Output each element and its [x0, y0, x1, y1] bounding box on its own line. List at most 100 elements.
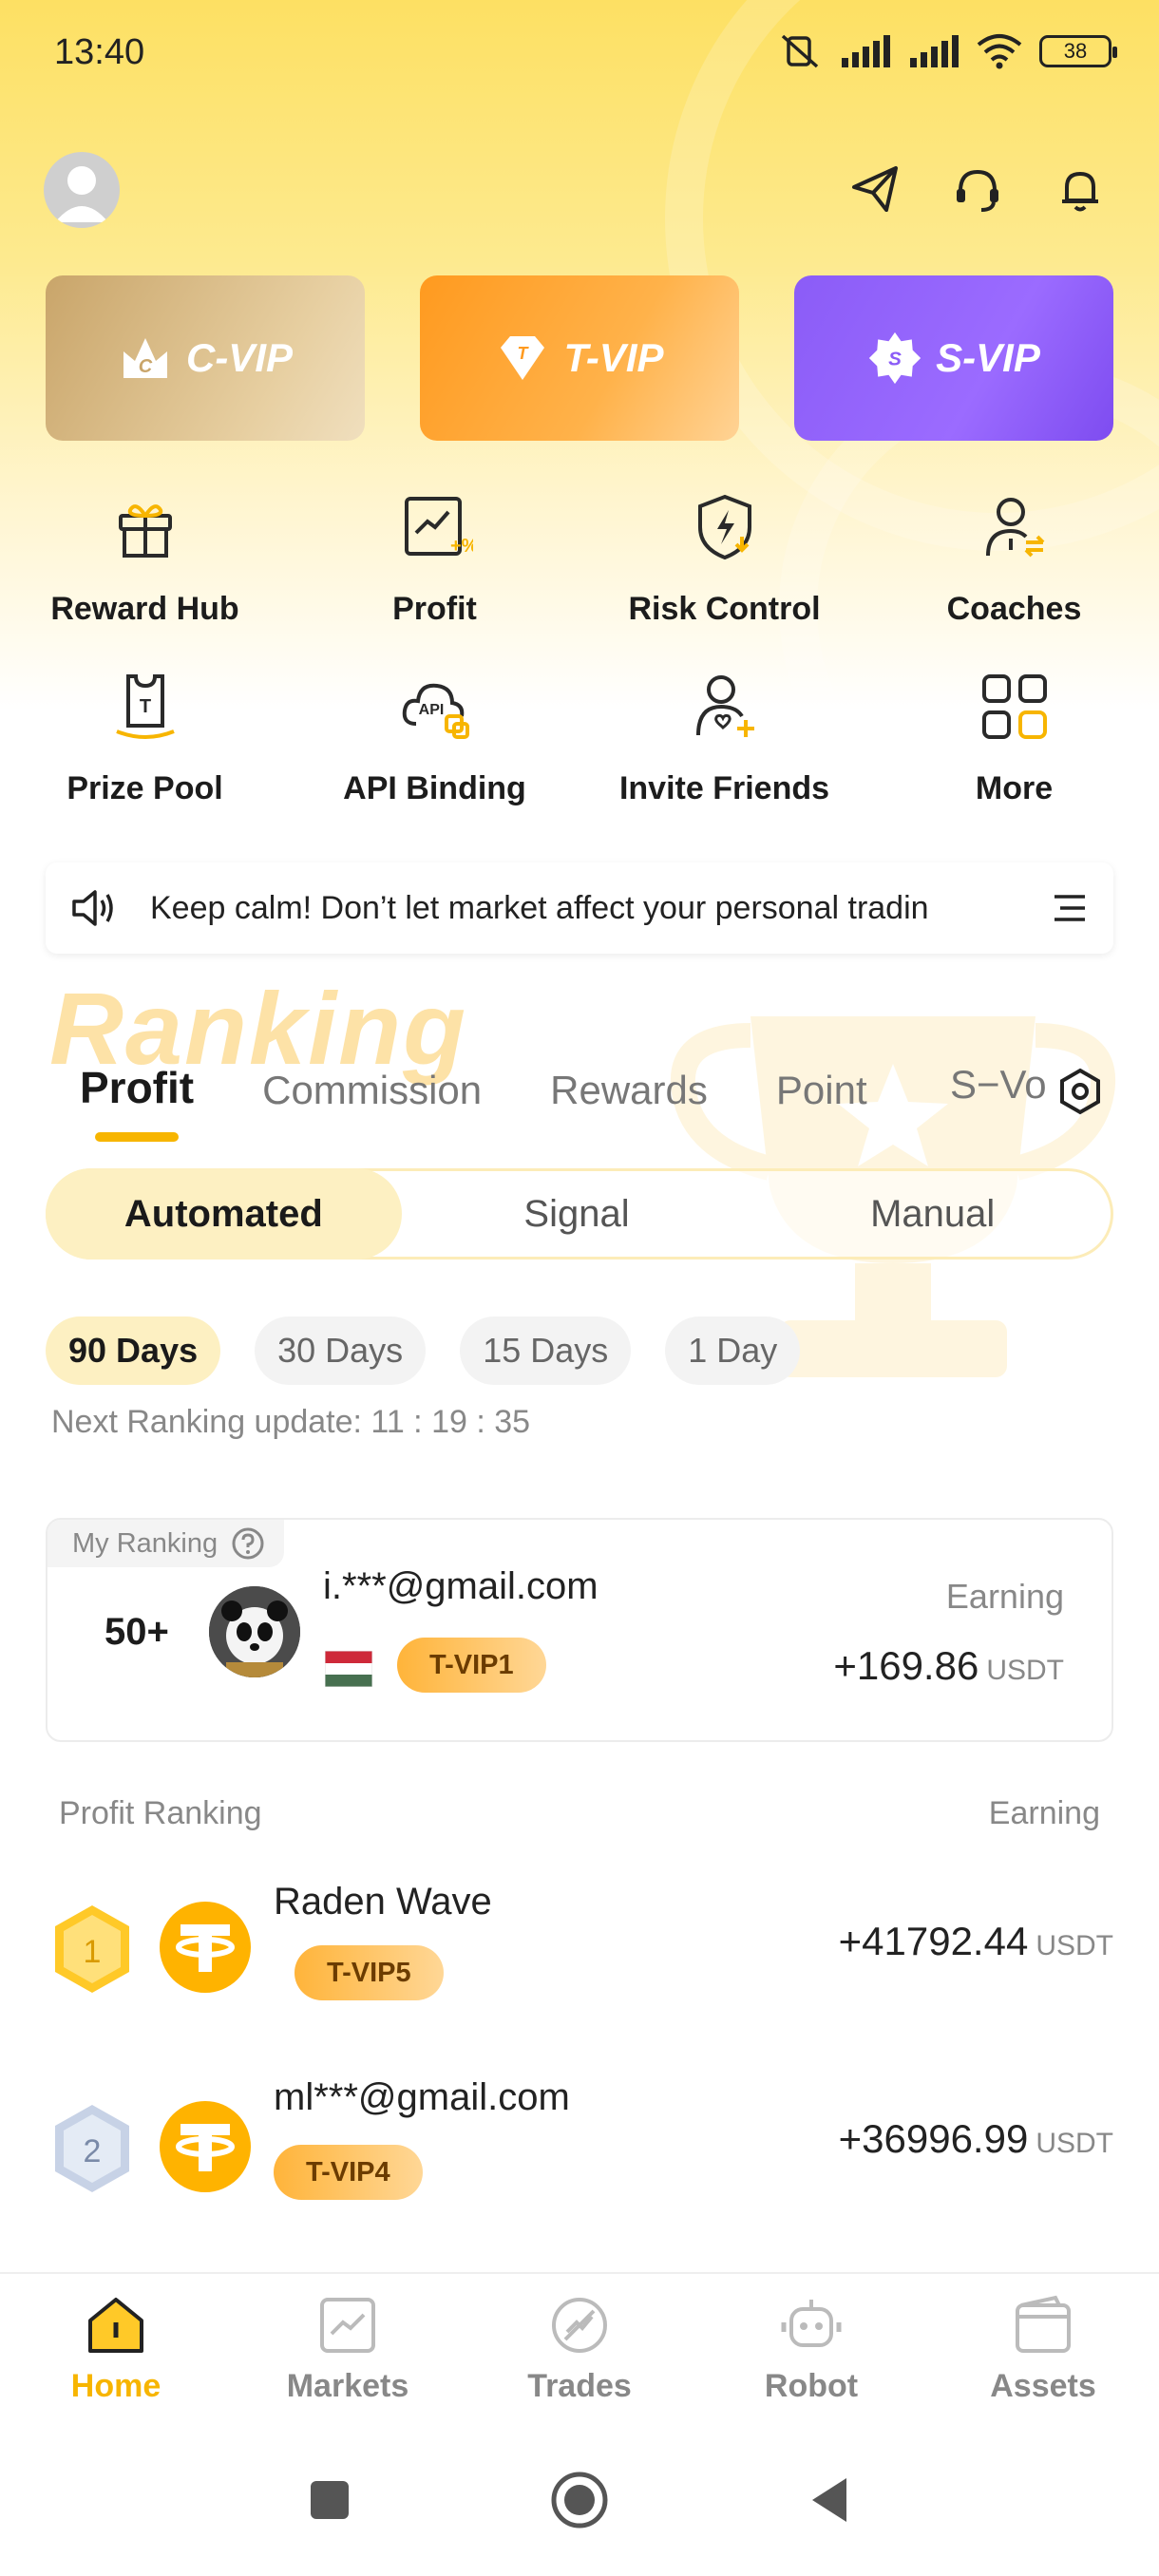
tab-s-volume[interactable]: S−Vo	[950, 1062, 1045, 1138]
my-ranking-card[interactable]: My Ranking 50+ i.***@gmail.com T-VIP1 Ea…	[46, 1518, 1113, 1742]
shortcut-more[interactable]: More	[869, 664, 1159, 807]
shortcut-coaches[interactable]: Coaches	[869, 484, 1159, 628]
list-menu-icon[interactable]	[1051, 891, 1089, 925]
bottom-navigation: Home Markets Trades Robot Assets	[0, 2272, 1159, 2424]
tab-commission[interactable]: Commission	[262, 1068, 482, 1142]
nav-label: Markets	[286, 2367, 409, 2404]
grid-more-icon	[972, 664, 1057, 749]
earning-value: +36996.99	[838, 2116, 1029, 2161]
my-avatar	[209, 1586, 300, 1677]
my-ranking-label: My Ranking	[72, 1527, 218, 1559]
settings-hex-icon[interactable]	[1056, 1068, 1104, 1115]
period-30-days[interactable]: 30 Days	[255, 1316, 427, 1385]
my-amount-value: +169.86	[833, 1643, 979, 1688]
status-bar: 13:40 38	[0, 0, 1159, 104]
battery-level: 38	[1063, 39, 1088, 63]
bell-icon	[1062, 172, 1098, 212]
status-icons: 38	[777, 32, 1117, 70]
shortcut-invite-friends[interactable]: Invite Friends	[580, 664, 869, 807]
my-amount-unit: USDT	[986, 1655, 1064, 1686]
tab-rewards[interactable]: Rewards	[550, 1068, 708, 1142]
nav-label: Home	[70, 2367, 162, 2404]
trader-earning: +41792.44 USDT	[839, 1919, 1113, 1964]
shortcut-label: Risk Control	[628, 591, 821, 627]
markets-icon	[316, 2294, 379, 2357]
trader-vip-badge: T-VIP4	[274, 2145, 423, 2200]
silver-medal-icon: 2	[55, 2105, 129, 2192]
earning-unit: USDT	[1036, 2128, 1113, 2159]
trader-vip-badge: T-VIP5	[294, 1945, 444, 2000]
telegram-button[interactable]	[844, 158, 906, 220]
announcement-bar[interactable]: Keep calm! Don’t let market affect your …	[46, 862, 1113, 954]
notifications-button[interactable]	[1049, 158, 1112, 220]
mode-automated[interactable]: Automated	[46, 1168, 402, 1260]
shortcut-label: Reward Hub	[50, 591, 239, 627]
rank-number: 1	[84, 1934, 102, 1970]
my-earning-label: Earning	[945, 1577, 1064, 1616]
nav-markets[interactable]: Markets	[232, 2274, 464, 2424]
shortcut-grid: Reward Hub +% Profit Risk Control Coache…	[0, 484, 1159, 807]
headset-icon	[957, 169, 998, 212]
table-row[interactable]: 2 ml***@gmail.com T-VIP4 +36996.99 USDT	[46, 2063, 1113, 2244]
shortcut-api-binding[interactable]: API API Binding	[290, 664, 580, 807]
crown-badge-icon: C	[118, 331, 173, 386]
home-icon	[85, 2294, 147, 2357]
back-triangle-icon[interactable]	[808, 2476, 850, 2524]
mute-vibrate-icon	[781, 34, 819, 68]
trader-name: Raden Wave	[274, 1881, 492, 1923]
nav-robot[interactable]: Robot	[695, 2274, 927, 2424]
recents-square-icon[interactable]	[309, 2479, 351, 2521]
period-90-days[interactable]: 90 Days	[46, 1316, 221, 1385]
earning-unit: USDT	[1036, 1930, 1113, 1961]
svg-text:API: API	[418, 702, 444, 718]
shield-bolt-icon	[682, 484, 768, 570]
trades-icon	[548, 2294, 611, 2357]
period-15-days[interactable]: 15 Days	[460, 1316, 632, 1385]
period-1-day[interactable]: 1 Day	[665, 1316, 801, 1385]
table-row[interactable]: 1 Raden Wave T-VIP5 +41792.44 USDT	[46, 1862, 1113, 2042]
tab-point[interactable]: Point	[776, 1068, 867, 1142]
my-rank-value: 50+	[104, 1611, 169, 1653]
support-button[interactable]	[946, 158, 1009, 220]
c-badge-letter: C	[139, 356, 153, 377]
t-vip-card[interactable]: T T-VIP	[420, 275, 739, 441]
shortcut-label: More	[975, 770, 1054, 806]
s-vip-card[interactable]: S S-VIP	[794, 275, 1113, 441]
wifi-icon	[977, 34, 1022, 69]
shortcut-prize-pool[interactable]: T Prize Pool	[0, 664, 290, 807]
profile-avatar[interactable]	[44, 152, 120, 228]
tab-profit[interactable]: Profit	[80, 1062, 194, 1142]
wallet-icon	[1012, 2294, 1074, 2357]
trader-name: ml***@gmail.com	[274, 2076, 570, 2118]
trade-mode-selector: Automated Signal Manual	[46, 1168, 1113, 1260]
shortcut-label: Coaches	[946, 591, 1082, 627]
profit-ranking-title: Profit Ranking	[59, 1795, 262, 1831]
t-vip-label: T-VIP	[563, 335, 664, 380]
mode-signal[interactable]: Signal	[399, 1171, 755, 1257]
shortcut-risk-control[interactable]: Risk Control	[580, 484, 869, 628]
user-avatar-icon	[55, 166, 108, 222]
nav-assets[interactable]: Assets	[927, 2274, 1159, 2424]
send-plane-icon	[852, 166, 898, 212]
trader-earning: +36996.99 USDT	[839, 2116, 1113, 2162]
c-vip-label: C-VIP	[185, 335, 293, 380]
nav-home[interactable]: Home	[0, 2274, 232, 2424]
battery-icon: 38	[1039, 35, 1117, 67]
announcement-text: Keep calm! Don’t let market affect your …	[150, 889, 929, 926]
nav-trades[interactable]: Trades	[464, 2274, 695, 2424]
help-icon[interactable]	[231, 1526, 265, 1561]
earning-value: +41792.44	[838, 1919, 1029, 1963]
mode-manual[interactable]: Manual	[754, 1171, 1111, 1257]
c-vip-card[interactable]: C C-VIP	[46, 275, 365, 441]
system-navigation-bar	[0, 2424, 1159, 2576]
shortcut-label: Invite Friends	[618, 770, 830, 806]
gift-icon	[103, 484, 188, 570]
shortcut-profit[interactable]: +% Profit	[290, 484, 580, 628]
header-actions	[844, 158, 1112, 220]
nav-label: Robot	[764, 2367, 859, 2404]
shortcut-label: Profit	[392, 591, 477, 627]
shortcut-reward-hub[interactable]: Reward Hub	[0, 484, 290, 628]
my-earning-amount: +169.86 USDT	[833, 1643, 1064, 1689]
home-circle-icon[interactable]	[550, 2471, 609, 2529]
profit-chart-icon: +%	[392, 484, 478, 570]
